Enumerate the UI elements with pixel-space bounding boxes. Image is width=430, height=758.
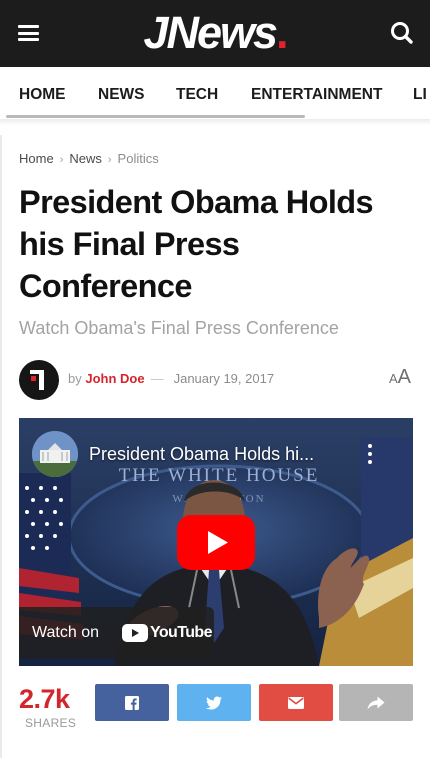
envelope-icon bbox=[288, 696, 304, 709]
share-arrow-icon bbox=[367, 696, 385, 709]
play-icon[interactable] bbox=[177, 515, 255, 570]
kebab-menu-icon[interactable] bbox=[364, 442, 376, 466]
nav-item-home[interactable]: HOME bbox=[19, 86, 66, 104]
youtube-wordmark: YouTube bbox=[150, 624, 212, 641]
nav-item-news[interactable]: NEWS bbox=[98, 86, 145, 104]
article-subtitle: Watch Obama's Final Press Conference bbox=[19, 318, 339, 338]
twitter-icon bbox=[206, 696, 222, 709]
watch-on-youtube-button[interactable]: Watch on YouTube bbox=[19, 607, 214, 659]
main-nav: HOME NEWS TECH ENTERTAINMENT LI bbox=[0, 67, 430, 119]
breadcrumb-home[interactable]: Home bbox=[19, 151, 54, 166]
search-icon[interactable] bbox=[386, 17, 418, 49]
youtube-logo-icon bbox=[122, 624, 148, 642]
chevron-right-icon: › bbox=[107, 154, 112, 166]
nav-scrollbar[interactable] bbox=[6, 115, 305, 118]
author-avatar[interactable] bbox=[19, 360, 59, 400]
by-label: by bbox=[68, 371, 82, 386]
article-meta: by John Doe — January 19, 2017 bbox=[68, 371, 274, 387]
video-title[interactable]: President Obama Holds hi... bbox=[89, 443, 314, 465]
breadcrumb-news[interactable]: News bbox=[69, 151, 102, 166]
article-title: President Obama Holds his Final Press Co… bbox=[19, 184, 374, 304]
shares-label: SHARES bbox=[25, 716, 77, 730]
nav-item-lifestyle[interactable]: LI bbox=[413, 86, 427, 104]
breadcrumb: Home › News › Politics bbox=[19, 151, 159, 168]
breadcrumb-politics[interactable]: Politics bbox=[118, 151, 159, 166]
font-size-toggle[interactable]: AA bbox=[389, 365, 411, 391]
nav-item-entertainment[interactable]: ENTERTAINMENT bbox=[251, 86, 382, 104]
share-more-button[interactable] bbox=[339, 684, 413, 721]
meta-separator: — bbox=[150, 371, 164, 386]
chevron-right-icon: › bbox=[59, 154, 64, 166]
youtube-video-embed[interactable]: THE WHITE HOUSE WASHINGTON bbox=[19, 418, 413, 666]
site-logo[interactable]: JNews. bbox=[0, 8, 430, 58]
nav-item-tech[interactable]: TECH bbox=[176, 86, 218, 104]
share-count: 2.7k bbox=[19, 684, 70, 714]
share-facebook-button[interactable] bbox=[95, 684, 169, 721]
author-link[interactable]: John Doe bbox=[85, 371, 144, 386]
facebook-icon bbox=[125, 695, 139, 710]
share-email-button[interactable] bbox=[259, 684, 333, 721]
channel-avatar[interactable] bbox=[32, 431, 78, 477]
share-twitter-button[interactable] bbox=[177, 684, 251, 721]
content-edge bbox=[0, 135, 2, 758]
publish-date: January 19, 2017 bbox=[173, 371, 275, 386]
top-header: JNews. bbox=[0, 0, 430, 67]
watch-on-label: Watch on bbox=[32, 624, 99, 641]
nav-divider bbox=[0, 119, 430, 125]
